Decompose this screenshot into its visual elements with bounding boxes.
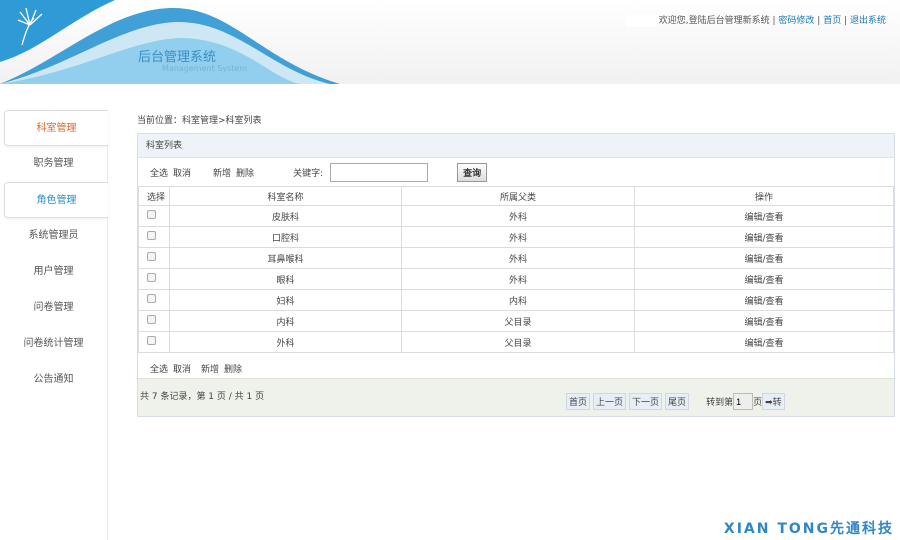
table-row: 外科 父目录 编辑/查看 [138, 331, 894, 353]
keyword-input[interactable] [330, 162, 429, 182]
cancel-link[interactable]: 取消 [173, 166, 191, 179]
breadcrumb: 当前位置：科室管理>科室列表 [137, 116, 262, 126]
goto-suffix: 页 [753, 398, 763, 408]
row-checkbox[interactable] [147, 273, 156, 282]
department-table: 选择 科室名称 所属父类 操作 皮肤科 外科 编辑/查看 口腔科 外科 编辑/查… [138, 186, 894, 353]
watermark: XIAN TONG先通科技 [723, 521, 894, 537]
delete-link-bottom[interactable]: 删除 [224, 362, 242, 375]
row-select [138, 226, 170, 248]
table-row: 眼科 外科 编辑/查看 [138, 268, 894, 290]
department-panel: 科室列表 全选 取消 新增 删除 关键字: 查询 选择 科室名称 所属父类 操作… [137, 133, 895, 417]
sidebar-item-role[interactable]: 角色管理 [4, 182, 108, 218]
edit-view-link[interactable]: 编辑/查看 [634, 289, 894, 311]
row-checkbox[interactable] [147, 231, 156, 240]
table-row: 皮肤科 外科 编辑/查看 [138, 205, 894, 227]
cell-parent: 内科 [401, 289, 635, 311]
row-checkbox[interactable] [147, 336, 156, 345]
sidebar-item-users[interactable]: 用户管理 [0, 254, 107, 290]
edit-view-link[interactable]: 编辑/查看 [634, 226, 894, 248]
cell-parent: 外科 [401, 205, 635, 227]
add-link-bottom[interactable]: 新增 [201, 362, 219, 375]
last-page-button[interactable]: 尾页 [665, 393, 690, 410]
row-select [138, 289, 170, 311]
cell-parent: 父目录 [401, 331, 635, 353]
row-checkbox[interactable] [147, 252, 156, 261]
delete-link[interactable]: 删除 [236, 166, 254, 179]
cell-name: 耳鼻喉科 [169, 247, 402, 269]
col-select: 选择 [138, 186, 170, 206]
cancel-link-bottom[interactable]: 取消 [173, 362, 191, 375]
col-actions: 操作 [634, 186, 894, 206]
row-select [138, 310, 170, 332]
go-button[interactable]: ➡转 [762, 393, 785, 410]
cell-parent: 外科 [401, 247, 635, 269]
select-all-link-bottom[interactable]: 全选 [150, 362, 168, 375]
toolbar: 全选 取消 新增 删除 关键字: 查询 [138, 158, 894, 186]
edit-view-link[interactable]: 编辑/查看 [634, 310, 894, 332]
goto-label: 转到第 [706, 398, 734, 408]
select-all-link[interactable]: 全选 [150, 166, 168, 179]
sidebar-item-admin[interactable]: 系统管理员 [0, 218, 107, 254]
keyword-label: 关键字: [293, 168, 324, 179]
first-page-button[interactable]: 首页 [566, 393, 591, 410]
cell-parent: 外科 [401, 226, 635, 248]
table-row: 耳鼻喉科 外科 编辑/查看 [138, 247, 894, 269]
sidebar-item-notice[interactable]: 公告通知 [0, 362, 107, 398]
record-summary: 共 7 条记录，第 1 页 / 共 1 页 [140, 392, 265, 402]
system-subtitle: Management System [162, 64, 248, 73]
cell-name: 妇科 [169, 289, 402, 311]
cell-name: 皮肤科 [169, 205, 402, 227]
header: 后台管理系统 Management System 欢迎您,登陆后台管理新系统 |… [0, 0, 900, 84]
pagination: 共 7 条记录，第 1 页 / 共 1 页 首页 上一页 下一页 尾页 转到第 … [138, 378, 894, 416]
prev-page-button[interactable]: 上一页 [593, 393, 627, 410]
row-checkbox[interactable] [147, 294, 156, 303]
search-button[interactable]: 查询 [457, 162, 488, 182]
system-title: 后台管理系统 [138, 50, 217, 65]
edit-view-link[interactable]: 编辑/查看 [634, 268, 894, 290]
edit-view-link[interactable]: 编辑/查看 [634, 205, 894, 227]
cell-name: 口腔科 [169, 226, 402, 248]
sidebar-item-position[interactable]: 职务管理 [0, 146, 107, 182]
next-page-button[interactable]: 下一页 [629, 393, 663, 410]
welcome-text: 欢迎您,登陆后台管理新系统 [658, 16, 770, 26]
cell-name: 内科 [169, 310, 402, 332]
edit-view-link[interactable]: 编辑/查看 [634, 331, 894, 353]
row-checkbox[interactable] [147, 315, 156, 324]
row-select [138, 247, 170, 269]
top-links: 欢迎您,登陆后台管理新系统 | 密码修改 | 首页 | 退出系统 [625, 13, 886, 27]
cell-name: 外科 [169, 331, 402, 353]
home-link[interactable]: 首页 [823, 16, 841, 26]
row-select [138, 205, 170, 227]
sidebar-item-department[interactable]: 科室管理 [4, 110, 108, 146]
add-link[interactable]: 新增 [213, 166, 231, 179]
sidebar: 科室管理 职务管理 角色管理 系统管理员 用户管理 问卷管理 问卷统计管理 公告… [0, 110, 108, 540]
panel-title: 科室列表 [138, 134, 894, 158]
change-password-link[interactable]: 密码修改 [778, 16, 814, 26]
col-parent: 所属父类 [401, 186, 635, 206]
table-row: 内科 父目录 编辑/查看 [138, 310, 894, 332]
cell-name: 眼科 [169, 268, 402, 290]
logout-link[interactable]: 退出系统 [850, 16, 886, 26]
table-row: 妇科 内科 编辑/查看 [138, 289, 894, 311]
row-select [138, 331, 170, 353]
sidebar-item-survey-stats[interactable]: 问卷统计管理 [0, 326, 107, 362]
edit-view-link[interactable]: 编辑/查看 [634, 247, 894, 269]
page-number-input[interactable] [733, 393, 754, 410]
row-checkbox[interactable] [147, 210, 156, 219]
col-name: 科室名称 [169, 186, 402, 206]
sidebar-item-survey[interactable]: 问卷管理 [0, 290, 107, 326]
cell-parent: 外科 [401, 268, 635, 290]
table-row: 口腔科 外科 编辑/查看 [138, 226, 894, 248]
row-select [138, 268, 170, 290]
cell-parent: 父目录 [401, 310, 635, 332]
